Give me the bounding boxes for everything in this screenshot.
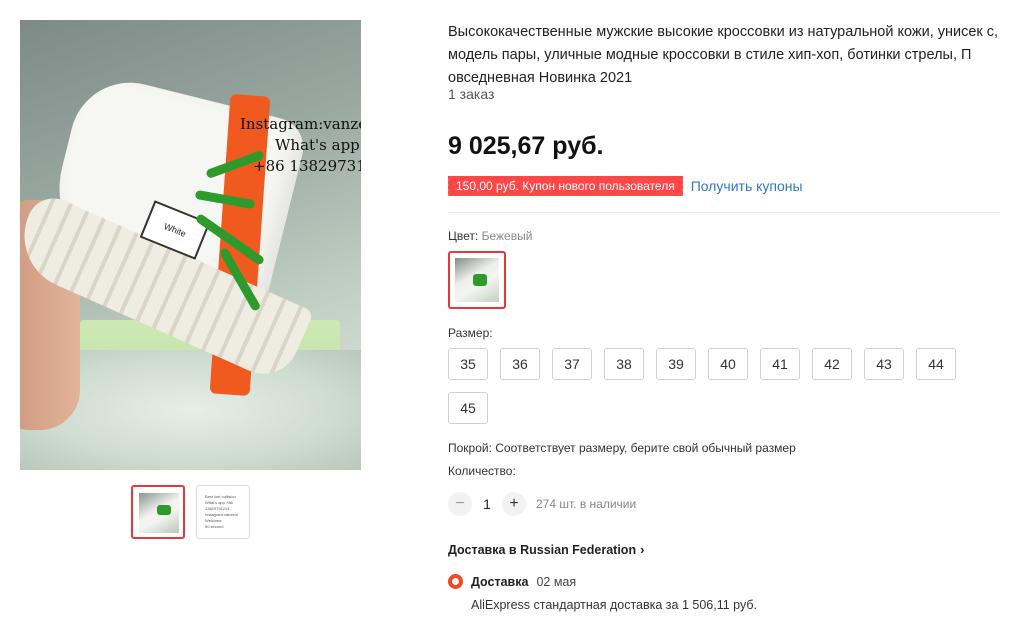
thumbnail-text: Best lost collision What's app +86 13829… xyxy=(205,494,243,530)
thumbnail-text-line: What's app +86 13829731214 xyxy=(205,500,233,511)
size-option[interactable]: 41 xyxy=(760,348,800,380)
color-swatch-beige[interactable] xyxy=(448,251,506,309)
delivery-destination-link[interactable]: Доставка в Russian Federation › xyxy=(448,542,644,557)
size-label: Размер: xyxy=(448,326,493,340)
size-option[interactable]: 44 xyxy=(916,348,956,380)
product-price: 9 025,67 руб. xyxy=(448,132,604,160)
color-label: Цвет: Бежевый xyxy=(448,229,532,243)
size-option[interactable]: 43 xyxy=(864,348,904,380)
fit-note: Покрой: Соответствует размеру, берите св… xyxy=(448,441,796,455)
product-title: Высококачественные мужские высокие кросс… xyxy=(448,24,999,86)
watermark-line: Instagram:vanzerri xyxy=(240,115,361,133)
delivery-option-label: Доставка xyxy=(471,574,529,589)
delivery-detail: AliExpress стандартная доставка за 1 506… xyxy=(471,598,757,612)
get-coupons-link[interactable]: Получить купоны xyxy=(691,178,803,194)
color-label-text: Цвет: xyxy=(448,229,479,243)
radio-selected-icon[interactable] xyxy=(448,574,463,589)
quantity-stepper: − 1 + 274 шт. в наличии xyxy=(448,492,636,516)
thumbnail-text-line: 90 second xyxy=(205,524,224,529)
delivery-heading: Доставка в Russian Federation xyxy=(448,542,637,557)
decrease-quantity-button[interactable]: − xyxy=(448,492,472,516)
size-option[interactable]: 39 xyxy=(656,348,696,380)
coupon-badge: 150,00 руб. Купон нового пользователя xyxy=(446,176,683,196)
thumbnail-info-card[interactable]: Best lost collision What's app +86 13829… xyxy=(196,485,250,539)
coupon-row: 150,00 руб. Купон нового пользователя По… xyxy=(446,176,803,196)
size-option[interactable]: 45 xyxy=(448,392,488,424)
chevron-right-icon: › xyxy=(640,542,645,557)
increase-quantity-button[interactable]: + xyxy=(502,492,526,516)
size-option[interactable]: 35 xyxy=(448,348,488,380)
quantity-label: Количество: xyxy=(448,464,516,478)
order-count: 1 заказ xyxy=(448,86,495,102)
delivery-option[interactable]: Доставка 02 мая xyxy=(448,574,576,589)
color-value: Бежевый xyxy=(481,229,533,243)
stock-count: 274 шт. в наличии xyxy=(536,497,637,511)
size-option[interactable]: 42 xyxy=(812,348,852,380)
size-option[interactable]: 40 xyxy=(708,348,748,380)
watermark-line: What's app xyxy=(275,136,360,154)
watermark-line: +86 13829731214 xyxy=(253,157,361,175)
quantity-value[interactable]: 1 xyxy=(472,496,502,512)
size-option[interactable]: 38 xyxy=(604,348,644,380)
thumbnail-lace xyxy=(157,505,171,515)
size-option[interactable]: 36 xyxy=(500,348,540,380)
size-option[interactable]: 37 xyxy=(552,348,592,380)
delivery-date: 02 мая xyxy=(536,574,577,589)
color-swatch-image xyxy=(455,258,499,302)
thumbnail-shoe[interactable] xyxy=(131,485,185,539)
main-product-image[interactable]: White Instagram:vanzerri What's app +86 … xyxy=(20,20,361,470)
divider xyxy=(448,212,1000,213)
